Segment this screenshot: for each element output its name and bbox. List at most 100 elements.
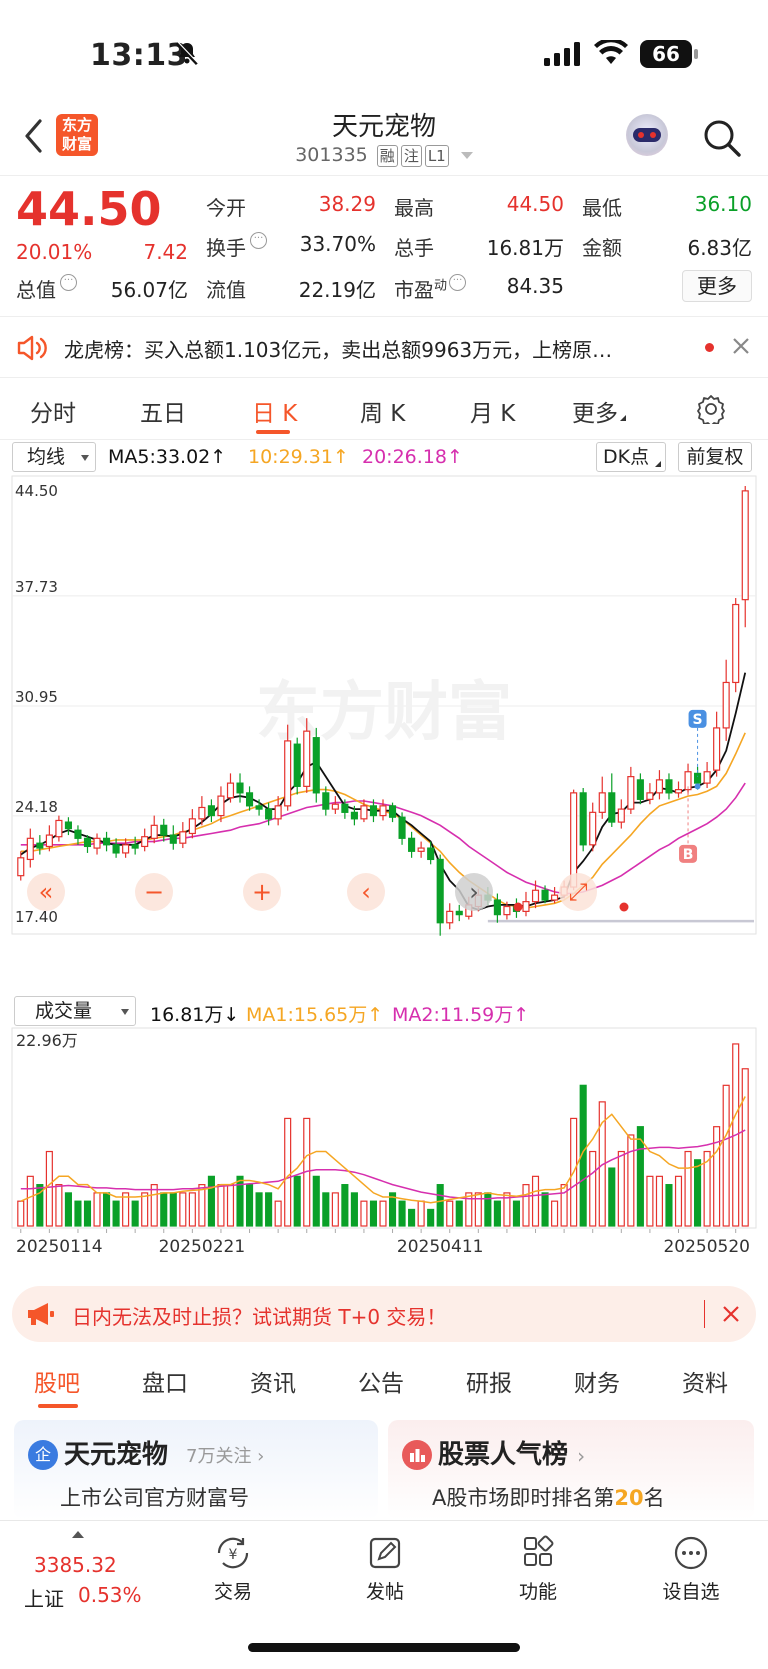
tab-monthly-k[interactable]: 月 K [470,394,515,428]
event-dot [513,902,523,912]
chevron-right-button[interactable]: › [455,873,493,911]
chart-settings-button[interactable] [696,394,726,428]
volume-bar-up [188,1192,196,1227]
candle-down [398,816,406,839]
value-float: 22.19亿 [298,278,376,302]
index-ticker[interactable]: 3385.32 上证 0.53% [20,1527,170,1617]
company-card-desc: 上市公司官方财富号 [60,1486,249,1510]
volume-bar-down [493,1200,501,1227]
zoom-out-button[interactable]: − [135,873,173,911]
tab-finance[interactable]: 财务 [574,1364,620,1398]
chart-period-tabs: 分时 五日 日 K 周 K 月 K 更多 [0,380,768,440]
kline-chart[interactable]: 东方财富 44.50 37.73 30.95 24.18 17.40 S B « − + ‹ › ⤢ [0,474,768,994]
dk-point-button[interactable]: DK点 [596,442,666,472]
rewind-button[interactable]: « [27,873,65,911]
indicator-select[interactable]: 成交量 [14,996,136,1026]
tab-weekly-k[interactable]: 周 K [360,394,405,428]
candle-down [169,834,177,844]
dragon-tiger-notice[interactable]: 龙虎榜：买入总额1.103亿元，卖出总额9963万元，上榜原… [0,316,768,378]
more-dots-icon [674,1536,708,1570]
futures-promo-banner[interactable]: 日内无法及时止损？试试期货 T+0 交易！ [12,1286,756,1342]
volume-bar-down [131,1200,139,1227]
candle-down [312,737,320,794]
tab-forum[interactable]: 股吧 [34,1364,80,1398]
volume-chart[interactable]: 22.96万 20250114 20250221 20250411 20250520 [0,1026,768,1272]
tab-intraday[interactable]: 分时 [30,394,76,428]
info-circle-icon[interactable]: ··· [449,274,467,291]
label-turnover: 换手 ··· [206,232,267,261]
volume-bar-up [217,1184,225,1227]
nav-add-watchlist[interactable]: 设自选 [654,1535,728,1604]
volume-ma-lines [20,1096,746,1204]
candle-down [131,844,139,849]
dk-label: DK点 [603,446,650,468]
nav-post[interactable]: 发帖 [350,1535,420,1604]
candle-up [45,834,53,848]
close-button[interactable] [722,1305,740,1327]
tab-research[interactable]: 研报 [466,1364,512,1398]
ma5-readout: MA5:33.02↑ [108,446,227,468]
tab-daily-k[interactable]: 日 K [252,394,297,428]
tab-orderbook[interactable]: 盘口 [142,1364,188,1398]
candle-down [455,910,463,916]
nav-trade[interactable]: ¥ 交易 [198,1535,268,1604]
candle-down [207,805,215,817]
tab-announcements[interactable]: 公告 [358,1364,404,1398]
candle-up [674,789,683,794]
candle-down [103,837,111,846]
more-button[interactable]: 更多 [682,270,752,302]
volume-bar-down [512,1200,521,1227]
search-button[interactable] [702,118,742,162]
candle-up [188,818,196,835]
volume-bar-up [226,1184,235,1227]
close-icon [723,1306,739,1322]
candle-up [503,905,511,916]
info-circle-icon[interactable]: ··· [60,274,77,291]
chevron-left-button[interactable]: ‹ [347,873,385,911]
buy-marker-label: B [683,847,694,863]
last-price: 44.50 [16,182,162,236]
volume-bar-down [83,1200,92,1227]
company-card[interactable]: 企 天元宠物 7万关注 › 上市公司官方财富号 [14,1420,378,1520]
home-indicator [248,1643,520,1652]
candle-down [265,808,273,820]
tab-profile[interactable]: 资料 [682,1364,728,1398]
label-float: 流值 [206,278,246,302]
expand-button[interactable]: ⤢ [559,873,597,911]
nav-functions[interactable]: 功能 [503,1535,573,1604]
candle-down [112,844,120,854]
tab-more[interactable]: 更多 [572,394,626,428]
volume-bar-up [274,1200,282,1227]
volume-max-label: 22.96万 [16,1031,78,1050]
nav-add-watchlist-label: 设自选 [662,1581,720,1603]
volume-text: 16.81万 [150,1004,224,1026]
value-low: 36.10 [694,192,752,216]
info-circle-icon[interactable]: ··· [250,232,267,249]
stock-code: 301335 [295,144,368,166]
close-button[interactable] [732,337,750,359]
tab-five-day[interactable]: 五日 [140,394,186,428]
volume-bar-down [455,1200,463,1227]
candle-up [217,795,225,817]
zoom-in-icon: + [252,878,272,906]
candle-up [303,730,311,787]
triangle-up-icon [72,1531,84,1538]
info-tabs: 股吧 盘口 资讯 公告 研报 财务 资料 [0,1350,768,1416]
volume-bar-up [122,1192,130,1227]
candle-up [589,811,597,846]
robot-assistant-icon[interactable] [626,114,668,156]
ma-select[interactable]: 均线 [12,442,96,472]
popularity-card[interactable]: 股票人气榜 › A股市场即时排名第20名 [388,1420,754,1520]
label-pe: 市盈动 ··· [394,274,467,303]
zoom-in-button[interactable]: + [243,873,281,911]
tab-news[interactable]: 资讯 [250,1364,296,1398]
candle-down [388,805,397,818]
label-pe-text: 市盈 [394,278,434,302]
promo-text: 日内无法及时止损？试试期货 T+0 交易！ [72,1305,447,1329]
volume-bar-down [408,1208,416,1227]
candle-down [64,821,72,830]
label-open: 今开 [206,196,246,220]
volume-bar-up [141,1192,149,1227]
chevron-right-icon: › [469,878,479,906]
adjust-button[interactable]: 前复权 [678,442,752,472]
